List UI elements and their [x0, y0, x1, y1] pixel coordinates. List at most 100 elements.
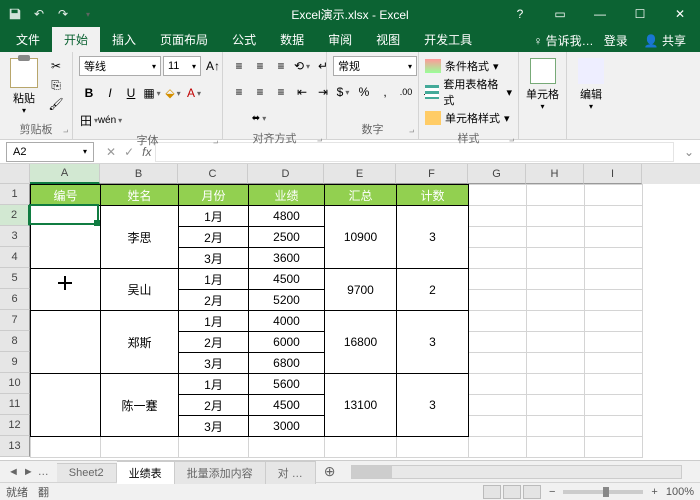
zoom-slider[interactable]	[563, 490, 643, 494]
comma-icon[interactable]: ,	[375, 82, 395, 102]
tab-view[interactable]: 视图	[364, 27, 412, 52]
percent-icon[interactable]: %	[354, 82, 374, 102]
data-table[interactable]: 编号 姓名 月份 业绩 汇总 计数 李思1月4800109003 2月2500 …	[30, 184, 643, 458]
sheet-tab[interactable]: Sheet2	[57, 463, 117, 482]
row-header[interactable]: 9	[0, 352, 30, 373]
zoom-out-icon[interactable]: −	[549, 486, 555, 498]
cell[interactable]: 计数	[397, 185, 469, 206]
row-header[interactable]: 8	[0, 331, 30, 352]
cell[interactable]	[527, 185, 585, 206]
align-bottom-icon[interactable]: ≡	[271, 56, 291, 76]
orientation-icon[interactable]: ⟲	[292, 56, 312, 76]
format-table-button[interactable]: 套用表格格式 ▾	[425, 82, 512, 102]
cells-button[interactable]: 单元格▾	[525, 58, 560, 111]
sheet-tab[interactable]: 批量添加内容	[175, 461, 266, 484]
indent-dec-icon[interactable]: ⇤	[292, 82, 312, 102]
view-normal-icon[interactable]	[483, 485, 501, 499]
sheet-nav-prev-icon[interactable]: ◄	[8, 466, 19, 478]
row-header[interactable]: 7	[0, 310, 30, 331]
conditional-format-button[interactable]: 条件格式 ▾	[425, 56, 499, 76]
editing-button[interactable]: 编辑▾	[573, 58, 609, 111]
col-header-I[interactable]: I	[584, 164, 642, 184]
tab-file[interactable]: 文件	[4, 27, 52, 52]
copy-icon[interactable]: ⎘	[46, 77, 66, 93]
cell[interactable]	[585, 185, 643, 206]
col-header-H[interactable]: H	[526, 164, 584, 184]
qat-dropdown-icon[interactable]	[76, 3, 98, 25]
tell-me[interactable]: ♀ 告诉我…	[533, 32, 593, 49]
font-color-button[interactable]: A	[184, 83, 204, 103]
border-button[interactable]: ▦	[142, 83, 162, 103]
ribbon-options-icon[interactable]: ▭	[540, 0, 580, 28]
row-header[interactable]: 2	[0, 205, 30, 226]
sheet-tab[interactable]: 业绩表	[117, 461, 175, 484]
number-format-select[interactable]: 常规▾	[333, 56, 417, 76]
cell[interactable]: 业绩	[249, 185, 325, 206]
align-middle-icon[interactable]: ≡	[250, 56, 270, 76]
italic-button[interactable]: I	[100, 83, 120, 103]
borders-more[interactable]: 田	[79, 110, 99, 130]
cell[interactable]: 编号	[31, 185, 101, 206]
add-sheet-icon[interactable]: ⊕	[316, 463, 344, 480]
zoom-level[interactable]: 100%	[666, 486, 694, 498]
paste-button[interactable]: 粘贴 ▾	[6, 54, 42, 115]
cell[interactable]	[469, 185, 527, 206]
tab-layout[interactable]: 页面布局	[148, 27, 220, 52]
cell[interactable]: 汇总	[325, 185, 397, 206]
row-header[interactable]: 11	[0, 394, 30, 415]
sheet-nav-next-icon[interactable]: ►	[23, 466, 34, 478]
view-layout-icon[interactable]	[503, 485, 521, 499]
tab-formulas[interactable]: 公式	[220, 27, 268, 52]
inc-decimal-icon[interactable]: .00	[396, 82, 416, 102]
merge-button[interactable]: ⬌	[229, 108, 289, 128]
tab-insert[interactable]: 插入	[100, 27, 148, 52]
col-header-C[interactable]: C	[178, 164, 248, 184]
sign-in[interactable]: 登录	[604, 32, 628, 49]
phonetic-button[interactable]: wén	[100, 110, 120, 130]
tab-home[interactable]: 开始	[52, 27, 100, 52]
sheet-tab[interactable]: 对 …	[266, 461, 316, 484]
font-name-select[interactable]: 等线▾	[79, 56, 161, 76]
row-header[interactable]: 3	[0, 226, 30, 247]
save-icon[interactable]	[4, 3, 26, 25]
align-top-icon[interactable]: ≡	[229, 56, 249, 76]
row-header[interactable]: 6	[0, 289, 30, 310]
tab-dev[interactable]: 开发工具	[412, 27, 484, 52]
align-left-icon[interactable]: ≡	[229, 82, 249, 102]
row-header[interactable]: 10	[0, 373, 30, 394]
sheet-nav-more-icon[interactable]: …	[38, 466, 49, 478]
col-header-G[interactable]: G	[468, 164, 526, 184]
undo-icon[interactable]: ↶	[28, 3, 50, 25]
redo-icon[interactable]: ↷	[52, 3, 74, 25]
tab-data[interactable]: 数据	[268, 27, 316, 52]
align-center-icon[interactable]: ≡	[250, 82, 270, 102]
maximize-icon[interactable]: ☐	[620, 0, 660, 28]
col-header-D[interactable]: D	[248, 164, 324, 184]
bold-button[interactable]: B	[79, 83, 99, 103]
share-button[interactable]: 👤 共享	[638, 29, 692, 52]
col-header-F[interactable]: F	[396, 164, 468, 184]
cell[interactable]: 月份	[179, 185, 249, 206]
row-header[interactable]: 12	[0, 415, 30, 436]
minimize-icon[interactable]: —	[580, 0, 620, 28]
cell[interactable]: 姓名	[101, 185, 179, 206]
view-break-icon[interactable]	[523, 485, 541, 499]
font-size-select[interactable]: 11▾	[163, 56, 201, 76]
format-painter-icon[interactable]: 🖌	[46, 96, 66, 112]
cut-icon[interactable]: ✂	[46, 58, 66, 74]
col-header-A[interactable]: A	[30, 164, 100, 184]
row-header[interactable]: 13	[0, 436, 30, 457]
select-all-corner[interactable]	[0, 164, 30, 184]
grow-font-icon[interactable]: A↑	[203, 56, 223, 76]
tab-review[interactable]: 审阅	[316, 27, 364, 52]
horizontal-scrollbar[interactable]	[351, 465, 682, 479]
col-header-B[interactable]: B	[100, 164, 178, 184]
accounting-icon[interactable]: $	[333, 82, 353, 102]
zoom-in-icon[interactable]: +	[651, 486, 657, 498]
row-header[interactable]: 5	[0, 268, 30, 289]
expand-formula-icon[interactable]: ⌄	[678, 145, 700, 159]
row-header[interactable]: 4	[0, 247, 30, 268]
underline-button[interactable]: U	[121, 83, 141, 103]
close-icon[interactable]: ✕	[660, 0, 700, 28]
worksheet-grid[interactable]: A B C D E F G H I 1 2 3 4 5 6 7 8 9 10 1…	[0, 164, 700, 460]
